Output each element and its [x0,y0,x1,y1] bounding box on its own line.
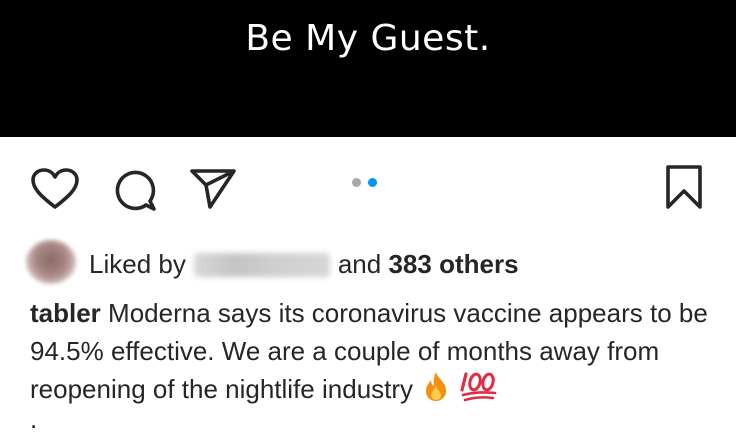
post-caption: tabler Moderna says its coronavirus vacc… [30,294,720,412]
post-action-bar [0,137,736,237]
hundred-points-emoji [459,370,498,412]
comment-button[interactable] [112,167,158,213]
bookmark-icon [666,165,702,209]
fire-emoji [422,370,450,412]
likes-text: Liked by and 383 others [89,249,519,279]
heart-icon [31,168,79,209]
liked-by-label: Liked by [89,249,186,279]
save-button[interactable] [662,163,706,213]
post-media-text: Be My Guest. [245,18,491,59]
liker-username-blurred[interactable] [193,253,330,277]
likes-joiner: and [337,249,382,279]
comment-icon [115,170,156,211]
post-media[interactable]: Be My Guest. [0,0,736,137]
caption-username[interactable]: tabler [30,298,101,328]
carousel-dot-1[interactable] [352,178,361,187]
like-button[interactable] [30,167,80,211]
caption-text: Moderna says its coronavirus vaccine app… [30,298,708,404]
carousel-indicator [352,177,384,189]
carousel-dot-2-active[interactable] [368,178,377,187]
liker-avatar[interactable] [26,240,76,284]
caption-trailing-dot: . [30,404,38,434]
others-count-link[interactable]: 383 others [388,249,518,279]
paper-plane-icon [190,169,236,209]
likes-summary: Liked by and 383 others [26,240,716,290]
share-button[interactable] [188,167,238,211]
